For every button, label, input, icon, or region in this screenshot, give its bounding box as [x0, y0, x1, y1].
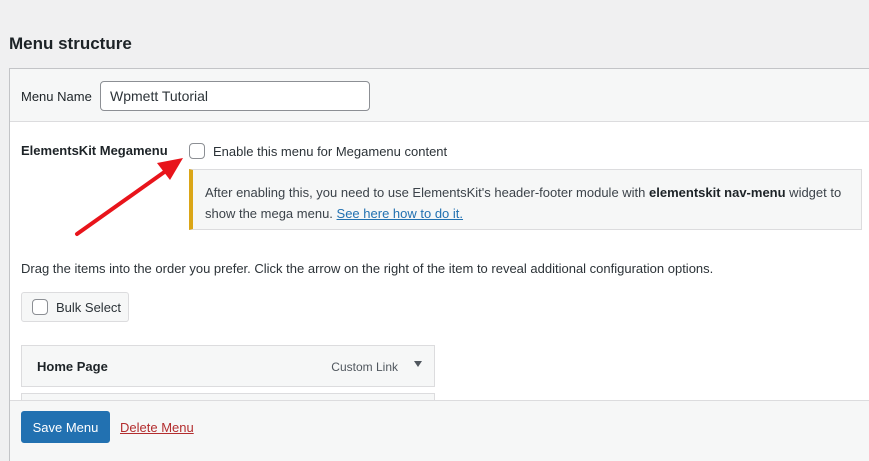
megamenu-checkbox[interactable] [189, 143, 205, 159]
page-title: Menu structure [9, 34, 132, 53]
menu-structure-panel: Menu Name ElementsKit Megamenu Enable th… [9, 68, 869, 461]
save-menu-button[interactable]: Save Menu [21, 411, 110, 443]
bulk-select-checkbox[interactable] [32, 299, 48, 315]
menu-item-title: Home Page [37, 359, 108, 374]
megamenu-notice: After enabling this, you need to use Ele… [189, 169, 862, 230]
drag-instructions: Drag the items into the order you prefer… [21, 261, 714, 276]
delete-menu-link[interactable]: Delete Menu [120, 420, 194, 435]
notice-text-1: After enabling this, you need to use Ele… [205, 185, 650, 200]
menu-item[interactable]: Home Page Custom Link [21, 345, 435, 387]
notice-bold-text: elementskit nav-menu [649, 185, 786, 200]
menu-item-type: Custom Link [331, 360, 398, 374]
bulk-select-label: Bulk Select [56, 300, 122, 315]
menu-name-row: Menu Name [10, 69, 869, 122]
menu-name-label: Menu Name [21, 89, 92, 104]
menu-footer: Save Menu Delete Menu [10, 400, 869, 461]
menu-name-input[interactable] [100, 81, 370, 111]
notice-help-link[interactable]: See here how to do it. [337, 206, 463, 221]
megamenu-label: ElementsKit Megamenu [21, 143, 168, 158]
megamenu-checkbox-label[interactable]: Enable this menu for Megamenu content [213, 144, 447, 159]
chevron-down-icon[interactable] [414, 361, 422, 367]
bulk-select-button[interactable]: Bulk Select [21, 292, 129, 322]
